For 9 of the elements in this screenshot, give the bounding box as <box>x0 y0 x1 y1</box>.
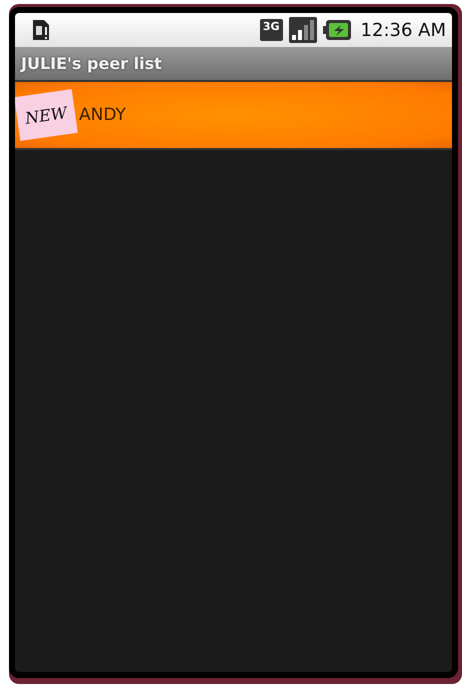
peer-name: ANDY <box>79 105 126 125</box>
clock-time: 12:36 AM <box>360 20 446 40</box>
peer-list-item[interactable]: NEW ANDY <box>15 82 452 150</box>
signal-icon <box>288 17 317 43</box>
battery-charging-icon <box>322 20 351 40</box>
app-title: JULIE's peer list <box>21 54 162 73</box>
new-sticky-note-badge: NEW <box>15 89 78 141</box>
network-type-badge: 3G <box>260 19 283 41</box>
sim-card-alert-icon <box>31 18 51 42</box>
